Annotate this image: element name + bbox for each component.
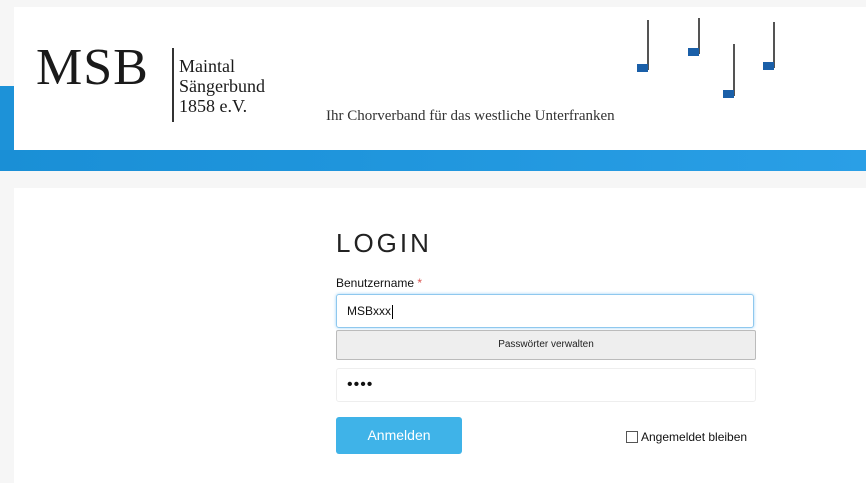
logo-subtitle: Maintal Sängerbund 1858 e.V. bbox=[179, 56, 265, 116]
text-caret bbox=[392, 304, 394, 319]
remember-me-label: Angemeldet bleiben bbox=[641, 430, 748, 444]
required-marker: * bbox=[417, 276, 423, 290]
login-button[interactable]: Anmelden bbox=[336, 417, 462, 454]
header-blue-bar bbox=[0, 150, 866, 171]
username-input[interactable]: MSBxxx bbox=[336, 294, 754, 328]
page: MSB Maintal Sängerbund 1858 e.V. Ihr Cho… bbox=[0, 0, 866, 483]
header-tagline: Ihr Chorverband für das westliche Unterf… bbox=[326, 108, 615, 124]
remember-me[interactable]: Angemeldet bleiben bbox=[626, 430, 747, 444]
manage-passwords-button[interactable]: Passwörter verwalten bbox=[336, 330, 756, 360]
logo-text[interactable]: MSB bbox=[36, 40, 149, 96]
logo-divider bbox=[172, 48, 174, 122]
logo-line-1: Maintal bbox=[179, 56, 235, 76]
username-label: Benutzername * bbox=[336, 276, 422, 290]
username-input-value: MSBxxx bbox=[347, 304, 392, 318]
remember-me-checkbox[interactable] bbox=[626, 431, 638, 443]
username-label-text: Benutzername bbox=[336, 276, 415, 290]
page-title: LOGIN bbox=[336, 228, 432, 258]
logo-line-3: 1858 e.V. bbox=[179, 96, 248, 116]
password-input[interactable]: •••• bbox=[336, 368, 756, 402]
logo-line-2: Sängerbund bbox=[179, 76, 265, 96]
music-notes-icon bbox=[637, 18, 775, 98]
